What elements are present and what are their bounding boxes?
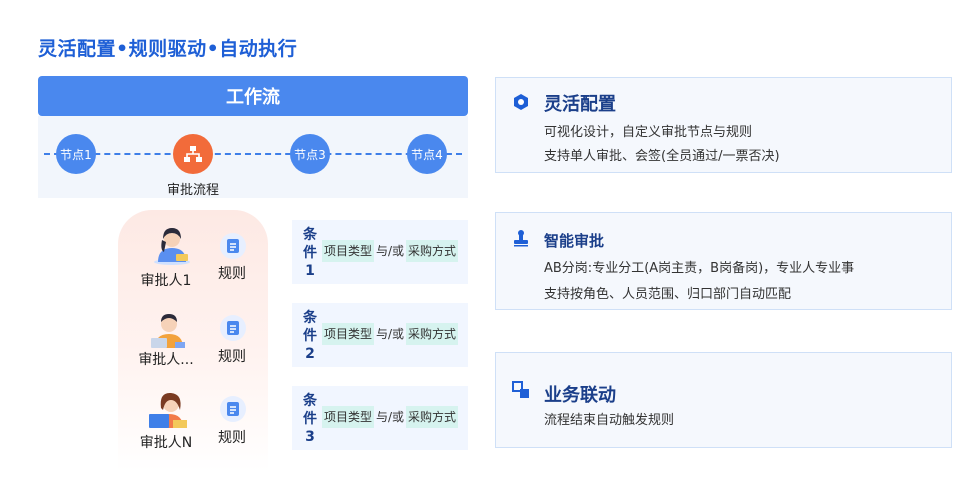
workflow-line — [44, 153, 462, 155]
approver-name-n: 审批人N — [139, 435, 193, 451]
condition-1-tag-project-type: 项目类型 — [322, 240, 375, 262]
page-title: 灵活配置•规则驱动•自动执行 — [38, 38, 298, 60]
condition-1-tag-purchase-method: 采购方式 — [406, 240, 459, 262]
card-line: 支持单人审批、会签(全员通过/一票否决) — [544, 149, 780, 164]
feature-card-business-linkage: 业务联动 流程结束自动触发规则 — [495, 352, 952, 448]
card-line: AB分岗:专业分工(A岗主责，B岗备岗)，专业人专业事 — [544, 261, 855, 276]
card-line: 支持按角色、人员范围、归口部门自动匹配 — [544, 287, 792, 302]
workflow-header: 工作流 — [38, 76, 468, 116]
condition-3-tag-project-type: 项目类型 — [322, 406, 375, 428]
card-title-smart-approval: 智能审批 — [544, 232, 605, 250]
condition-3-title: 条件3 — [303, 393, 317, 445]
org-chart-icon — [184, 146, 202, 162]
card-title-business-linkage: 业务联动 — [544, 385, 616, 406]
settings-hex-icon — [514, 94, 528, 110]
approver-avatar-1-icon — [154, 228, 190, 265]
rule-n-label: 规则 — [218, 430, 246, 446]
condition-3[interactable]: 条件3 项目类型 与/或 采购方式 — [292, 386, 468, 450]
rule-2-label: 规则 — [218, 349, 246, 365]
approver-avatar-n-icon — [149, 392, 187, 428]
feature-card-flexible-config: 灵活配置 可视化设计，自定义审批节点与规则 支持单人审批、会签(全员通过/一票否… — [495, 77, 952, 173]
rule-1-label: 规则 — [218, 266, 246, 282]
card-line: 流程结束自动触发规则 — [544, 413, 675, 428]
rule-1-icon[interactable] — [220, 233, 246, 259]
condition-2-tag-project-type: 项目类型 — [322, 323, 375, 345]
condition-2-tag-purchase-method: 采购方式 — [406, 323, 459, 345]
condition-1[interactable]: 条件1 项目类型 与/或 采购方式 — [292, 220, 468, 284]
card-line: 可视化设计，自定义审批节点与规则 — [544, 125, 753, 140]
feature-card-smart-approval: 智能审批 AB分岗:专业分工(A岗主责，B岗备岗)，专业人专业事 支持按角色、人… — [495, 212, 952, 310]
condition-2-connector: 与/或 — [376, 327, 405, 341]
document-icon — [227, 402, 239, 416]
condition-1-connector: 与/或 — [376, 244, 405, 258]
approver-name-2: 审批人... — [138, 352, 194, 368]
document-icon — [227, 239, 239, 253]
card-title-flexible-config: 灵活配置 — [544, 94, 616, 115]
workflow-node-3[interactable]: 节点3 — [290, 134, 330, 174]
workflow-node-4[interactable]: 节点4 — [407, 134, 447, 174]
condition-2[interactable]: 条件2 项目类型 与/或 采购方式 — [292, 303, 468, 367]
link-squares-icon — [512, 381, 529, 398]
document-icon — [227, 321, 239, 335]
workflow-node-1[interactable]: 节点1 — [56, 134, 96, 174]
approver-avatar-2-icon — [151, 314, 185, 348]
condition-2-title: 条件2 — [303, 310, 317, 362]
condition-1-title: 条件1 — [303, 227, 317, 279]
approver-name-1: 审批人1 — [140, 273, 192, 289]
stamp-icon — [514, 230, 528, 247]
condition-3-tag-purchase-method: 采购方式 — [406, 406, 459, 428]
workflow-node-approval-label: 审批流程 — [166, 183, 219, 198]
workflow-band — [38, 116, 468, 198]
condition-3-connector: 与/或 — [376, 410, 405, 424]
rule-2-icon[interactable] — [220, 315, 246, 341]
rule-n-icon[interactable] — [220, 396, 246, 422]
workflow-node-approval[interactable] — [173, 134, 213, 174]
